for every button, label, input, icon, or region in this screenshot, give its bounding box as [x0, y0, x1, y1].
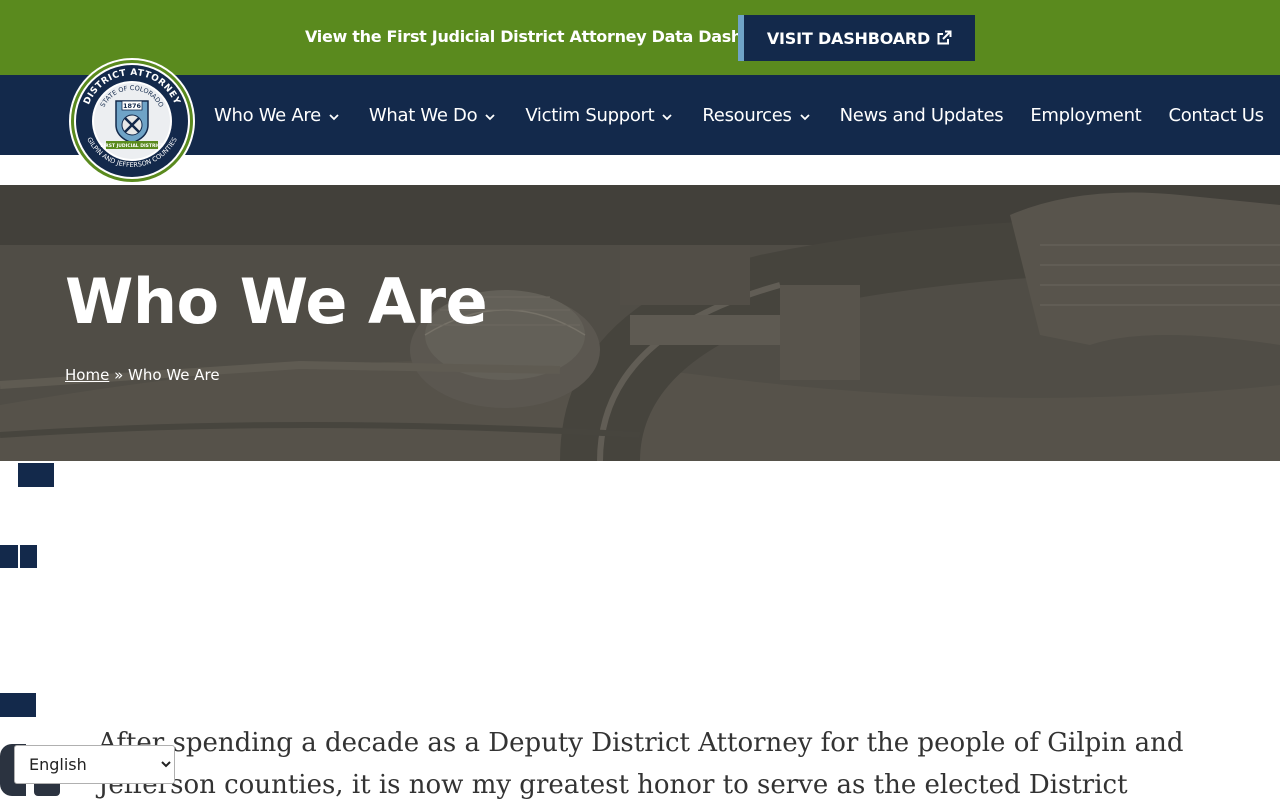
external-link-icon — [937, 30, 952, 45]
main-nav: Who We Are What We Do Victim Support Resour… — [214, 75, 1264, 155]
nav-item-label: Contact Us — [1168, 104, 1264, 126]
nav-item-who-we-are[interactable]: Who We Are — [214, 105, 341, 126]
page-title: Who We Are — [65, 265, 488, 338]
intro-paragraph: After spending a decade as a Deputy Dist… — [98, 728, 1184, 800]
share-button[interactable] — [20, 545, 37, 568]
breadcrumb-separator: » — [114, 366, 124, 384]
nav-item-label: Employment — [1030, 104, 1142, 126]
district-attorney-seal-logo[interactable]: DISTRICT ATTORNEY STATE OF COLORADO GILP… — [68, 57, 196, 185]
nav-item-label: Victim Support — [525, 104, 655, 126]
nav-item-news-and-updates[interactable]: News and Updates — [840, 105, 1004, 126]
nav-item-label: Who We Are — [214, 104, 321, 126]
chevron-down-icon — [327, 108, 341, 122]
language-select[interactable]: English — [14, 745, 175, 784]
chevron-down-icon — [798, 108, 812, 122]
nav-item-resources[interactable]: Resources — [702, 105, 811, 126]
share-button[interactable] — [0, 545, 18, 568]
nav-item-what-we-do[interactable]: What We Do — [369, 105, 497, 126]
chevron-down-icon — [660, 108, 674, 122]
nav-item-label: News and Updates — [839, 104, 1004, 126]
share-button[interactable] — [18, 463, 54, 487]
share-button[interactable] — [0, 693, 36, 717]
breadcrumb-current: Who We Are — [128, 366, 220, 384]
nav-item-contact-us[interactable]: Contact Us — [1168, 104, 1264, 126]
svg-text:1876: 1876 — [123, 102, 142, 110]
nav-item-label: What We Do — [368, 104, 478, 126]
nav-item-label: Resources — [702, 104, 792, 126]
visit-dashboard-button[interactable]: VISIT DASHBOARD — [738, 15, 975, 61]
nav-item-victim-support[interactable]: Victim Support — [525, 105, 674, 126]
announcement-bar: View the First Judicial District Attorne… — [0, 0, 1280, 75]
announcement-text: View the First Judicial District Attorne… — [305, 27, 794, 46]
visit-dashboard-label: VISIT DASHBOARD — [766, 28, 931, 48]
breadcrumb: Home » Who We Are — [65, 366, 220, 384]
breadcrumb-home-link[interactable]: Home — [65, 366, 109, 384]
nav-item-employment[interactable]: Employment — [1030, 105, 1141, 126]
chevron-down-icon — [483, 108, 497, 122]
svg-text:FIRST JUDICIAL DISTRICT: FIRST JUDICIAL DISTRICT — [101, 143, 165, 149]
